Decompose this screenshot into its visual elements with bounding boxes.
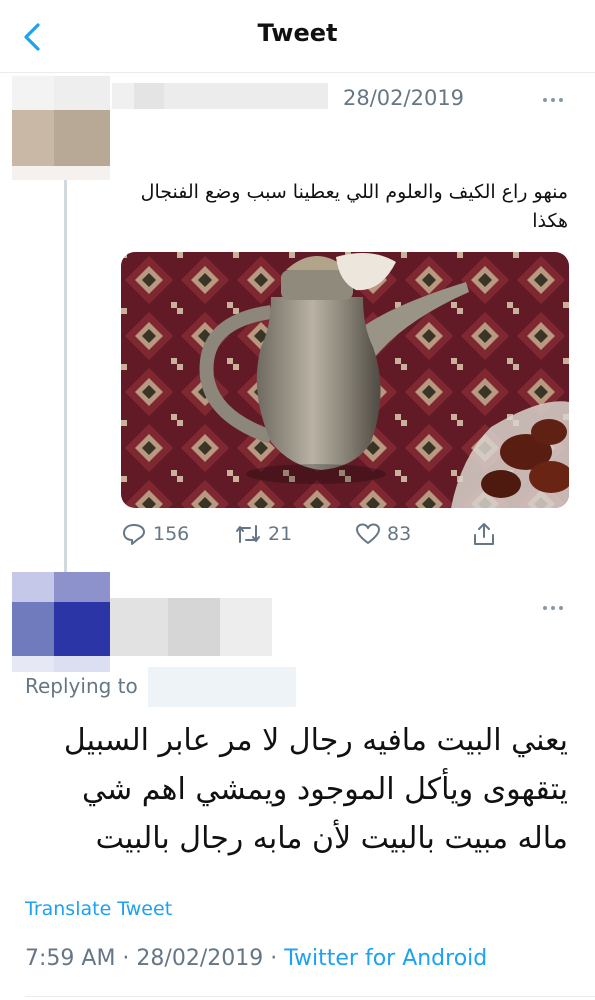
replying-to-label: Replying to [25, 674, 138, 698]
share-icon [474, 523, 494, 545]
tweet-date: 28/02/2019 [343, 86, 465, 110]
separator: · [115, 946, 137, 971]
heart-icon [356, 523, 380, 544]
reply-button[interactable]: 156 [121, 519, 189, 549]
like-count: 83 [387, 523, 412, 545]
reply-icon [123, 524, 145, 545]
main-tweet-text: يعني البيت مافيه رجال لا مر عابر السبيل … [63, 723, 568, 856]
reply-count: 156 [153, 523, 190, 545]
top-bar: Tweet [0, 0, 595, 73]
translate-tweet-link[interactable]: Translate Tweet [25, 898, 172, 920]
tweet-time: 7:59 AM [25, 946, 116, 971]
page-title: Tweet [257, 19, 338, 47]
more-options-icon[interactable] [543, 95, 567, 105]
tweet-timestamp: 7:59 AM · 28/02/2019 · Twitter for Andro… [25, 946, 487, 971]
tweet-full-date: 28/02/2019 [136, 946, 264, 971]
more-options-icon[interactable] [543, 603, 567, 613]
divider [25, 996, 595, 997]
retweet-button[interactable]: 21 [234, 519, 292, 549]
retweet-count: 21 [268, 523, 293, 545]
tweet-text: منهو راع الكيف والعلوم اللي يعطينا سبب و… [140, 181, 568, 232]
separator: · [263, 946, 285, 971]
reply-handle-blurred[interactable] [148, 667, 296, 707]
thread-connector [64, 180, 67, 572]
share-button[interactable] [471, 519, 503, 549]
like-button[interactable]: 83 [355, 519, 411, 549]
tweet-source-link[interactable]: Twitter for Android [284, 946, 487, 971]
tweet-image[interactable] [121, 252, 569, 508]
retweet-icon [236, 525, 260, 543]
